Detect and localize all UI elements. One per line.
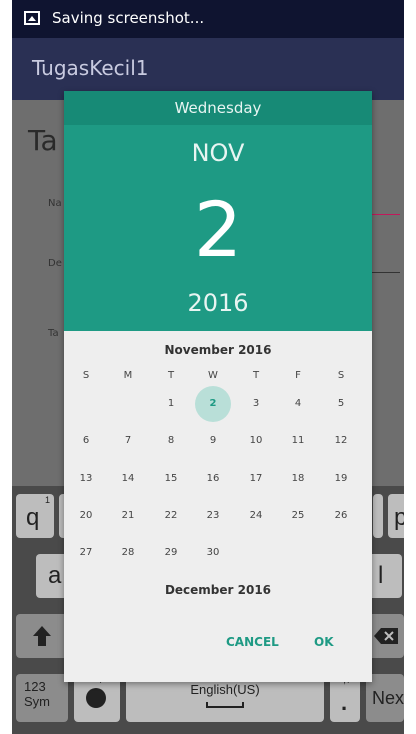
weekday-header: S <box>82 370 90 381</box>
shift-icon <box>33 626 51 646</box>
calendar-day[interactable]: 6 <box>71 426 101 456</box>
status-text: Saving screenshot... <box>52 9 205 27</box>
ok-button[interactable]: OK <box>314 635 334 649</box>
calendar-day[interactable]: 29 <box>156 538 186 568</box>
form-heading: Ta <box>28 124 58 157</box>
month-title: November 2016 <box>164 343 272 357</box>
key-p[interactable]: 0 p <box>388 494 404 538</box>
calendar-day[interactable]: 24 <box>241 501 271 531</box>
weekday-header: S <box>337 370 345 381</box>
calendar-day[interactable]: 16 <box>198 464 228 494</box>
image-icon <box>24 11 40 25</box>
backspace-icon <box>374 628 398 644</box>
calendar-day[interactable]: 11 <box>283 426 313 456</box>
calendar-day[interactable]: 3 <box>241 389 271 419</box>
calendar-day[interactable]: 20 <box>71 501 101 531</box>
calendar-day[interactable]: 21 <box>113 501 143 531</box>
calendar-day[interactable]: 13 <box>71 464 101 494</box>
calendar-day[interactable]: 22 <box>156 501 186 531</box>
calendar-day[interactable]: 30 <box>198 538 228 568</box>
calendar-day[interactable]: 28 <box>113 538 143 568</box>
weekday-header: T <box>252 370 260 381</box>
symbols-key[interactable]: 123 Sym <box>16 674 68 722</box>
selected-weekday: Wednesday <box>64 91 372 125</box>
calendar-day[interactable]: 18 <box>283 464 313 494</box>
next-month-title: December 2016 <box>164 583 272 597</box>
calendar-day[interactable]: 19 <box>326 464 356 494</box>
calendar-day[interactable]: 27 <box>71 538 101 568</box>
app-title: TugasKecil1 <box>32 56 149 80</box>
weekday-header: F <box>295 370 301 381</box>
calendar-day[interactable]: 5 <box>326 389 356 419</box>
calendar-day-selected[interactable]: 2 <box>195 386 231 422</box>
weekday-header: T <box>167 370 175 381</box>
calendar-day[interactable]: 1 <box>156 389 186 419</box>
calendar-day[interactable]: 14 <box>113 464 143 494</box>
date-label: Ta <box>48 328 59 339</box>
status-bar: Saving screenshot... <box>12 0 404 38</box>
calendar-day[interactable]: 17 <box>241 464 271 494</box>
calendar-day[interactable]: 15 <box>156 464 186 494</box>
calendar-day[interactable]: 12 <box>326 426 356 456</box>
shift-key[interactable] <box>16 614 68 658</box>
emoji-icon <box>86 688 106 708</box>
calendar-day[interactable]: 7 <box>113 426 143 456</box>
date-picker-header: Wednesday NOV 2 2016 <box>64 91 372 331</box>
key-q[interactable]: 1 q <box>16 494 54 538</box>
weekday-header: M <box>123 370 133 381</box>
calendar-day[interactable]: 23 <box>198 501 228 531</box>
calendar-day[interactable]: 8 <box>156 426 186 456</box>
calendar-day[interactable]: 4 <box>283 389 313 419</box>
calendar-day[interactable]: 10 <box>241 426 271 456</box>
calendar-day[interactable]: 25 <box>283 501 313 531</box>
description-label: De <box>48 258 62 269</box>
cancel-button[interactable]: CANCEL <box>226 635 279 649</box>
calendar-day[interactable]: 9 <box>198 426 228 456</box>
name-field-underline[interactable] <box>372 214 400 215</box>
weekday-header: W <box>208 370 218 381</box>
name-label: Na <box>48 198 62 209</box>
selected-day[interactable]: 2 <box>64 185 372 275</box>
description-field-underline[interactable] <box>372 272 400 273</box>
space-icon <box>206 702 244 708</box>
calendar-day[interactable]: 26 <box>326 501 356 531</box>
selected-year[interactable]: 2016 <box>64 289 372 317</box>
selected-month[interactable]: NOV <box>64 139 372 167</box>
date-picker-dialog: Wednesday NOV 2 2016 November 2016 S M T… <box>64 91 372 682</box>
key-o[interactable] <box>373 494 383 538</box>
